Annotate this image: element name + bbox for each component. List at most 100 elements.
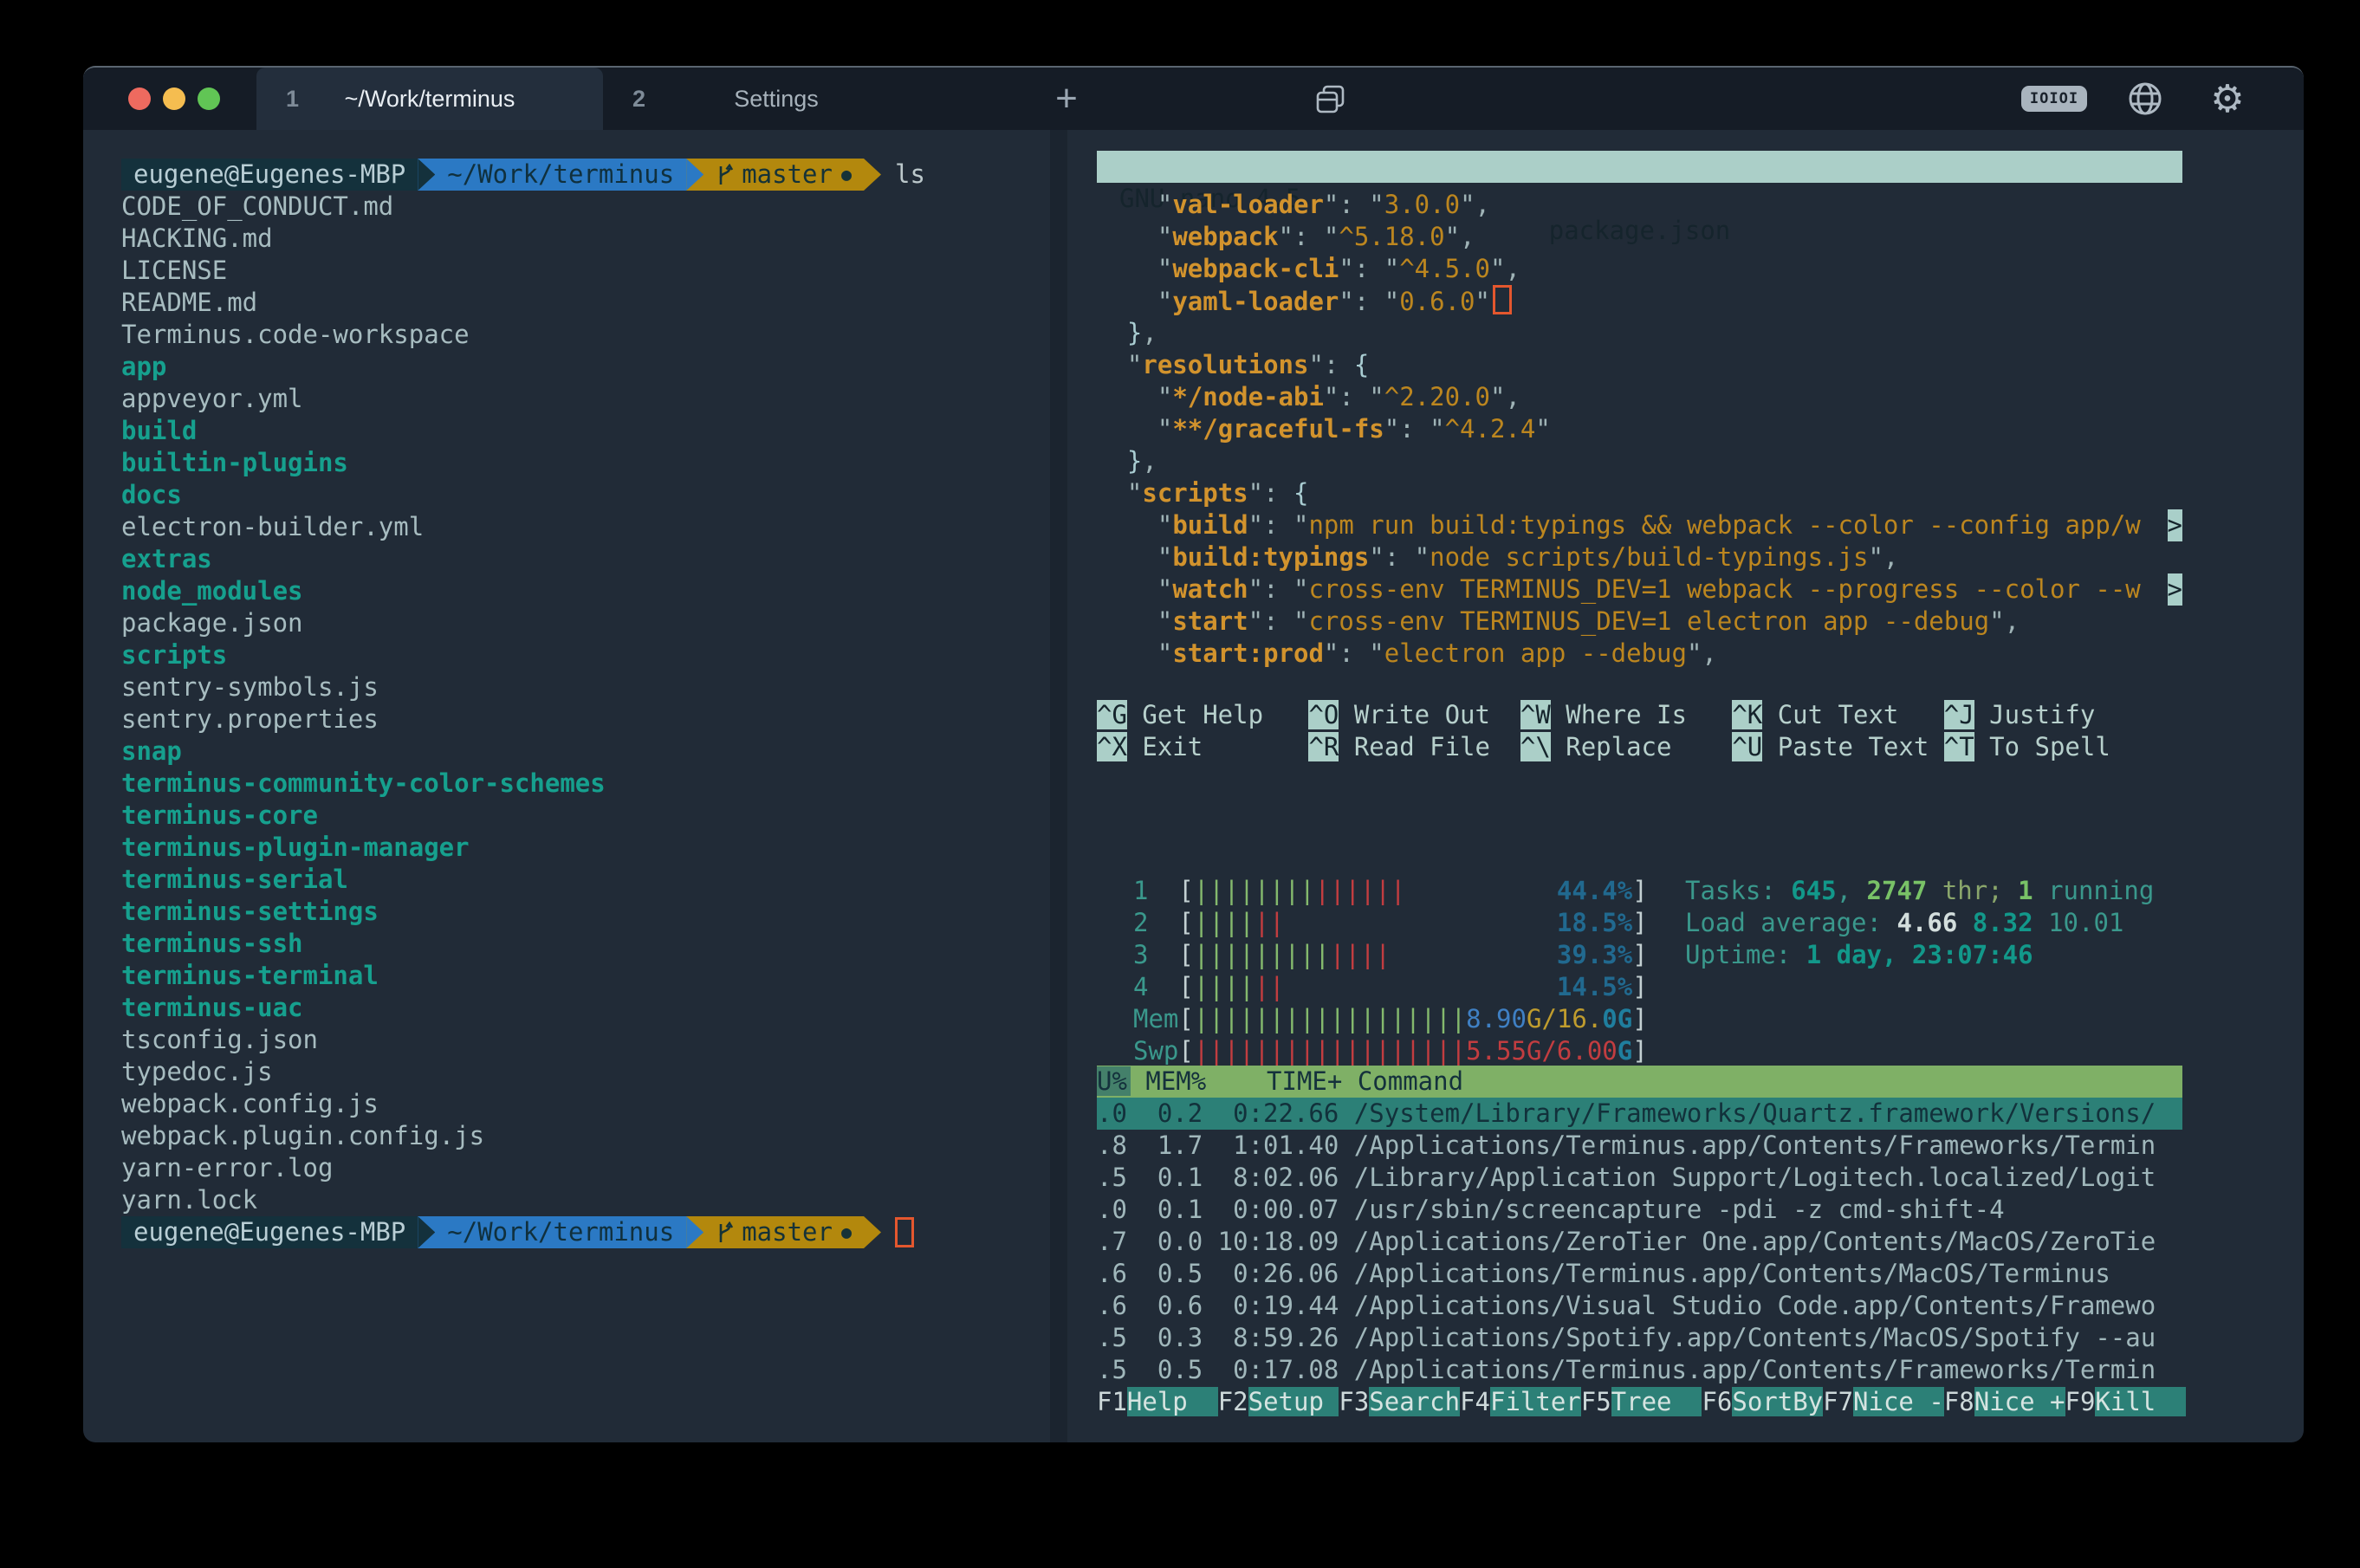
nano-shortcut-label: Cut Text <box>1762 700 1944 729</box>
text-segment-lab <box>1405 876 1557 905</box>
process-row: .8 1.7 1:01.40 /Applications/Terminus.ap… <box>1097 1130 2182 1162</box>
git-branch-icon <box>716 164 735 186</box>
text-segment-p: " <box>1097 350 1142 379</box>
fkey-label: Filter <box>1490 1387 1581 1416</box>
text-segment-p: " <box>1097 287 1172 316</box>
text-segment-t: Uptime: <box>1685 940 1806 969</box>
text-segment-tb: 1 day, 23:07:46 <box>1806 940 2033 969</box>
nano-line: "*/node-abi": "^2.20.0", <box>1097 381 2182 413</box>
text-segment-k: watch <box>1172 574 1248 604</box>
text-segment-p: " <box>1097 478 1142 508</box>
text-segment-p: " <box>1097 382 1172 411</box>
nano-line: "webpack-cli": "^4.5.0", <box>1097 253 2182 285</box>
tab-title: Settings <box>734 86 819 113</box>
file-item: package.json <box>121 607 303 639</box>
sort-column-header[interactable]: U% <box>1097 1066 1131 1096</box>
git-dirty-dot: ● <box>841 1216 852 1248</box>
text-segment-p: ": " <box>1369 542 1430 572</box>
process-row: .0 0.1 0:00.07 /usr/sbin/screencapture -… <box>1097 1194 2182 1226</box>
text-segment-p: ": <box>1308 350 1353 379</box>
text-segment-k: resolutions <box>1142 350 1308 379</box>
text-segment-t: Load average: <box>1685 908 1896 937</box>
file-item: README.md <box>121 287 257 319</box>
text-segment-br: [ <box>1178 1036 1193 1066</box>
nano-line: }, <box>1097 445 2182 477</box>
nano-shortcut-key: ^T <box>1944 732 1974 761</box>
prompt-git: master● <box>703 1216 864 1248</box>
fkey-label: Nice - <box>1853 1387 1944 1416</box>
directory-item: terminus-serial <box>121 864 348 896</box>
text-segment-p: ", <box>1490 254 1520 283</box>
desktop: 1~/Work/terminus2Settings + IOIOI ⚙ <box>0 0 2360 1568</box>
nano-shortcut-key: ^\ <box>1520 732 1551 761</box>
nano-line: "webpack": "^5.18.0", <box>1097 221 2182 253</box>
tab-settings[interactable]: 2Settings <box>603 68 950 130</box>
minimize-button[interactable] <box>163 87 185 110</box>
text-segment-ol: thr; <box>1927 876 2018 905</box>
nano-shortcut-label: To Spell <box>1974 732 2156 761</box>
web-button[interactable] <box>2110 68 2180 130</box>
nano-shortcut-key: ^W <box>1520 700 1551 729</box>
process-row: .0 0.2 0:22.66 /System/Library/Framework… <box>1097 1098 2182 1130</box>
powerline-arrow-icon <box>418 159 435 191</box>
close-button[interactable] <box>128 87 151 110</box>
text-segment-b: } <box>1097 446 1142 476</box>
file-item: sentry.properties <box>121 703 379 735</box>
nano-line: "resolutions": { <box>1097 349 2182 381</box>
text-segment-v: npm run build:typings && webpack --color… <box>1308 510 2140 540</box>
text-segment-g: |||||||||||||||||| <box>1194 1004 1466 1033</box>
process-table-header: U% MEM% TIME+ Command <box>1097 1066 2182 1098</box>
nano-line: }, <box>1097 317 2182 349</box>
text-segment-p: ", <box>1490 382 1520 411</box>
text-segment-p: ": " <box>1384 414 1445 444</box>
settings-button[interactable]: ⚙ <box>2188 68 2266 130</box>
directory-item: extras <box>121 543 212 575</box>
serial-port-icon: IOIOI <box>2021 86 2087 112</box>
directory-item: terminus-uac <box>121 992 303 1024</box>
htop-meter: 1 [|||||||||||||| 44.4%] <box>1133 875 1648 907</box>
text-segment-lab: Swp <box>1133 1036 1178 1066</box>
directory-item: terminus-terminal <box>121 960 379 992</box>
text-segment-t: , <box>1837 876 1867 905</box>
text-segment-br: [ <box>1178 908 1193 937</box>
overlapping-windows-icon <box>1313 81 1348 116</box>
file-item: yarn.lock <box>121 1184 257 1216</box>
htop-fkey-bar: F1Help F2Setup F3SearchF4FilterF5Tree F6… <box>1097 1386 2186 1418</box>
text-segment-p: ": " <box>1324 382 1384 411</box>
serial-button[interactable]: IOIOI <box>2015 68 2093 130</box>
nano-line: "**/graceful-fs": "^4.2.4" <box>1097 413 2182 445</box>
tab--work-terminus[interactable]: 1~/Work/terminus <box>256 68 603 130</box>
text-segment-v: electron app --debug <box>1384 638 1687 668</box>
fkey-number: F9 <box>2065 1387 2096 1416</box>
directory-item: snap <box>121 735 182 768</box>
text-segment-k: start <box>1172 606 1248 636</box>
nano-line: "scripts": { <box>1097 477 2182 509</box>
text-segment-v: cross-env TERMINUS_DEV=1 webpack --progr… <box>1308 574 2140 604</box>
text-segment-val: 18.5% <box>1557 908 1632 937</box>
text-segment-p: " <box>1097 606 1172 636</box>
tasks-summary: Tasks: 645, 2747 thr; 1 running <box>1685 875 2154 907</box>
text-segment-p: " <box>1475 287 1490 316</box>
htop-meter: 4 [|||||| 14.5%] <box>1133 971 1648 1003</box>
nano-line: "start:prod": "electron app --debug", <box>1097 638 2182 670</box>
process-row: .5 0.3 8:59.26 /Applications/Spotify.app… <box>1097 1322 2182 1354</box>
text-segment-g: |||| <box>1194 908 1255 937</box>
text-segment-p: ": <box>1248 478 1293 508</box>
prompt-user: eugene@Eugenes-MBP <box>121 159 418 191</box>
nano-shortcut-label: Read File <box>1339 732 1520 761</box>
text-segment-lab <box>1391 940 1557 969</box>
zoom-button[interactable] <box>198 87 220 110</box>
directory-item: app <box>121 351 166 383</box>
htop-meter: Mem[||||||||||||||||||8.90G/16.0G] <box>1133 1003 1648 1035</box>
nano-shortcut-label: Exit <box>1127 732 1309 761</box>
pane-divider[interactable] <box>1050 130 1067 1442</box>
file-item: LICENSE <box>121 255 227 287</box>
text-segment-yel: G/16. <box>1527 1004 1602 1033</box>
text-segment-k: scripts <box>1142 478 1248 508</box>
text-segment-k: build:typings <box>1172 542 1369 572</box>
new-tab-button[interactable]: + <box>1032 68 1101 130</box>
prompt-cwd: ~/Work/terminus <box>435 1216 686 1248</box>
fkey-number: F2 <box>1218 1387 1248 1416</box>
text-segment-wb: 4.66 <box>1896 908 1972 937</box>
new-window-button[interactable] <box>1296 68 1365 130</box>
